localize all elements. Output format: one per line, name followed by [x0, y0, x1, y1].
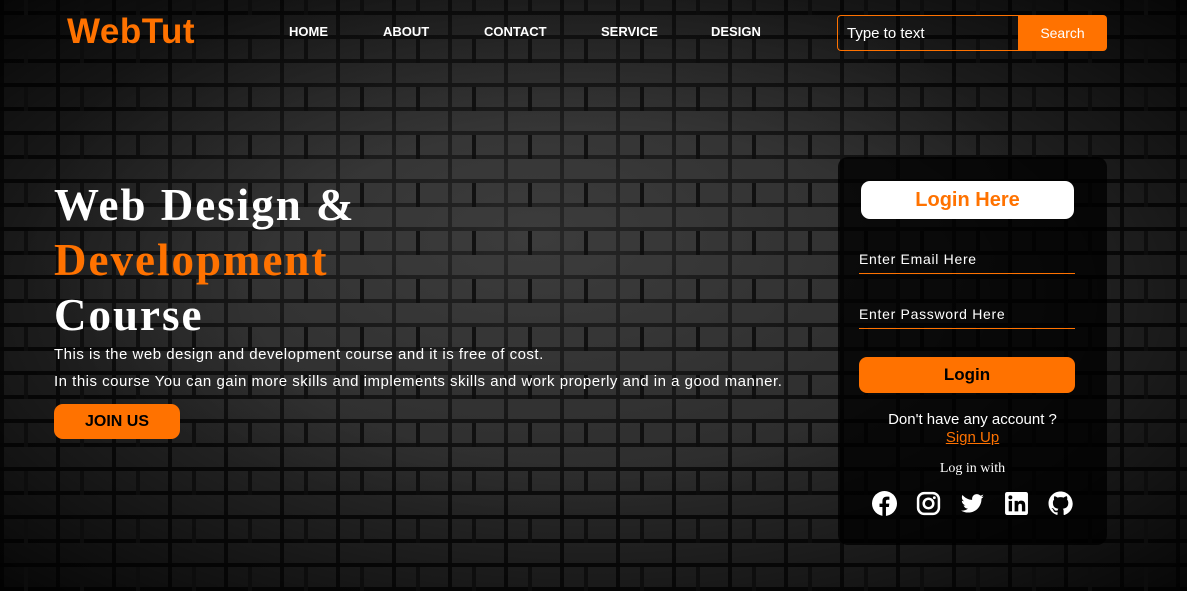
social-icons — [872, 491, 1073, 516]
linkedin-icon[interactable] — [1004, 491, 1029, 516]
hero-description-1: This is the web design and development c… — [54, 346, 544, 363]
hero-heading: Web Design & Development Course — [54, 178, 782, 343]
no-account-text: Don't have any account ? — [888, 411, 1057, 428]
account-prompt: Don't have any account ? Sign Up — [838, 411, 1107, 447]
search-input[interactable] — [837, 15, 1018, 51]
twitter-icon[interactable] — [960, 491, 985, 516]
hero-line-2: Development — [54, 235, 329, 285]
main-nav: HOME ABOUT CONTACT SERVICE DESIGN — [289, 24, 761, 39]
log-in-with-label: Log in with — [939, 461, 1006, 476]
nav-design[interactable]: DESIGN — [711, 24, 761, 39]
nav-service[interactable]: SERVICE — [601, 24, 711, 39]
nav-home[interactable]: HOME — [289, 24, 383, 39]
password-field[interactable] — [859, 306, 1075, 329]
logo[interactable]: WebTut — [67, 12, 195, 52]
hero-section: Web Design & Development Course This is … — [54, 178, 782, 395]
search-bar: Search — [837, 15, 1107, 51]
join-us-button[interactable]: JOIN US — [54, 404, 180, 439]
email-field[interactable] — [859, 251, 1075, 274]
instagram-icon[interactable] — [916, 491, 941, 516]
login-button[interactable]: Login — [859, 357, 1075, 393]
login-card: Login Here Login Don't have any account … — [838, 157, 1107, 545]
signup-link[interactable]: Sign Up — [838, 429, 1107, 447]
hero-line-3: Course — [54, 290, 204, 340]
facebook-icon[interactable] — [872, 491, 897, 516]
nav-contact[interactable]: CONTACT — [484, 24, 601, 39]
search-button[interactable]: Search — [1018, 15, 1107, 51]
hero-line-1: Web Design & — [54, 180, 356, 230]
nav-about[interactable]: ABOUT — [383, 24, 484, 39]
login-title: Login Here — [861, 181, 1074, 219]
github-icon[interactable] — [1048, 491, 1073, 516]
hero-description-2: In this course You can gain more skills … — [54, 373, 783, 390]
